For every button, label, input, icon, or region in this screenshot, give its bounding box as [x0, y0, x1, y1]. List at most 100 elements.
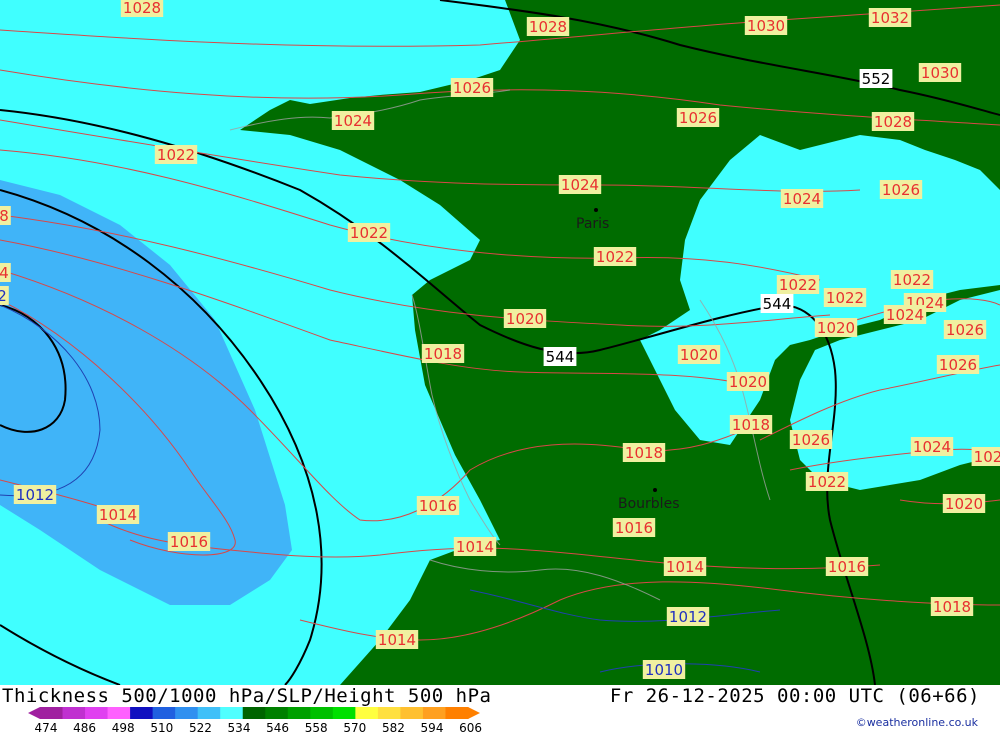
legend-swatch: [62, 707, 86, 719]
legend-tick-label: 534: [228, 721, 251, 733]
legend-swatch: [85, 707, 109, 719]
isobar-label: 1018: [729, 415, 773, 434]
isobar-label-text: 1022: [826, 289, 864, 307]
isobar-label-text: 1016: [419, 497, 457, 515]
height-label: 552: [859, 69, 893, 88]
isobar-label: 1014: [375, 630, 419, 649]
legend-tick-label: 558: [305, 721, 328, 733]
isobar-label: 4: [0, 263, 11, 282]
isobar-label-text: 2: [0, 287, 7, 305]
isobar-label: 1024: [883, 305, 927, 324]
isobar-label-text: 1014: [99, 506, 137, 524]
isobar-label-text: 102: [974, 448, 1000, 466]
thickness-map: Paris Bourbles 10281028 1030 1032103010261…: [0, 0, 1000, 685]
color-scale-legend: 474 486 498 510 522 534 546 558 570 582 594 606: [28, 707, 482, 733]
isobar-label-text: 1026: [792, 431, 830, 449]
isobar-label: 1020: [726, 372, 770, 391]
legend-swatch: [197, 707, 221, 719]
isobar-label: 1024: [331, 111, 375, 130]
legend-swatch: [445, 707, 469, 719]
legend-tick-label: 510: [150, 721, 173, 733]
isobar-label-text: 1022: [808, 473, 846, 491]
legend-swatch: [400, 707, 424, 719]
isobar-label-text: 1020: [680, 346, 718, 364]
isobar-label-text: 1014: [456, 538, 494, 556]
isobar-label: 1014: [96, 505, 140, 524]
legend-swatch: [220, 707, 244, 719]
legend-swatch: [107, 707, 131, 719]
legend-tick-label: 546: [266, 721, 289, 733]
legend-swatch: [287, 707, 311, 719]
height-label-text: 552: [862, 70, 891, 88]
isobar-label: 8: [0, 206, 11, 225]
isobar-label-text: 1016: [828, 558, 866, 576]
isobar-label-text: 1026: [679, 109, 717, 127]
legend-swatch: [265, 707, 289, 719]
isobar-label: 1024: [558, 175, 602, 194]
isobar-label-text: 1028: [123, 0, 161, 17]
legend-tick-label: 606: [459, 721, 482, 733]
isobar-label: 1018: [421, 344, 465, 363]
isobar-label: 102: [971, 447, 1000, 466]
legend-arrow-high: [468, 707, 480, 719]
isobar-label-text: 1028: [874, 113, 912, 131]
city-label-bourbles: Bourbles: [618, 496, 679, 512]
credit-link[interactable]: ©weatheronline.co.uk: [856, 716, 978, 729]
isobar-label-text: 1022: [157, 146, 195, 164]
isobar-label: 1022: [823, 288, 867, 307]
isobar-label: 1026: [450, 78, 494, 97]
isobar-label-text: 1016: [615, 519, 653, 537]
legend-swatch: [422, 707, 446, 719]
legend-tick-label: 474: [35, 721, 58, 733]
isobar-label: 1020: [942, 494, 986, 513]
isobar-label: 1022: [890, 270, 934, 289]
city-dot-bourbles: [653, 488, 657, 492]
legend-tick-label: 486: [73, 721, 96, 733]
isobar-label: 1022: [154, 145, 198, 164]
legend-arrow-low: [28, 707, 40, 719]
legend-swatch: [332, 707, 356, 719]
isobar-label: 1016: [416, 496, 460, 515]
isobar-label: 1024: [780, 189, 824, 208]
isobar-label: 1014: [453, 537, 497, 556]
isobar-label: 1024: [910, 437, 954, 456]
isobar-label: 1030: [744, 16, 788, 35]
isobar-label: 1022: [347, 223, 391, 242]
isobar-label-text: 1024: [886, 306, 924, 324]
legend-swatch: [377, 707, 401, 719]
isobar-label: 1018: [930, 597, 974, 616]
legend-tick-label: 594: [421, 721, 444, 733]
isobar-label: 1018: [622, 443, 666, 462]
city-label-paris: Paris: [576, 216, 609, 232]
isobar-label: 1022: [776, 275, 820, 294]
isobar-label-text: 1032: [871, 9, 909, 27]
isobar-label-text: 1020: [506, 310, 544, 328]
isobar-label-text: 8: [0, 207, 9, 225]
isobar-label-text: 1026: [946, 321, 984, 339]
isobar-label: 1032: [868, 8, 912, 27]
isobar-label-text: 1014: [378, 631, 416, 649]
isobar-label: 1016: [167, 532, 211, 551]
isobar-label: 1028: [871, 112, 915, 131]
isobar-label: 1010: [642, 660, 686, 679]
isobar-label-text: 1030: [921, 64, 959, 82]
isobar-label-text: 1030: [747, 17, 785, 35]
isobar-label-text: 1024: [561, 176, 599, 194]
isobar-label: 1026: [789, 430, 833, 449]
isobar-label: 1026: [676, 108, 720, 127]
isobar-label-text: 1022: [893, 271, 931, 289]
legend-swatch: [175, 707, 199, 719]
isobar-label-text: 1018: [732, 416, 770, 434]
isobar-label-text: 1020: [817, 319, 855, 337]
isobar-label: 1020: [677, 345, 721, 364]
isobar-label-text: 1026: [453, 79, 491, 97]
legend-swatch: [40, 707, 64, 719]
map-footer: Thickness 500/1000 hPa/SLP/Height 500 hP…: [0, 685, 1000, 733]
isobar-label-text: 1012: [16, 486, 54, 504]
isobar-label-text: 1024: [913, 438, 951, 456]
legend-tick-label: 582: [382, 721, 405, 733]
isobar-label-text: 1020: [945, 495, 983, 513]
map-title: Thickness 500/1000 hPa/SLP/Height 500 hP…: [2, 685, 492, 707]
isobar-label: 1020: [814, 318, 858, 337]
isobar-label-text: 1018: [424, 345, 462, 363]
